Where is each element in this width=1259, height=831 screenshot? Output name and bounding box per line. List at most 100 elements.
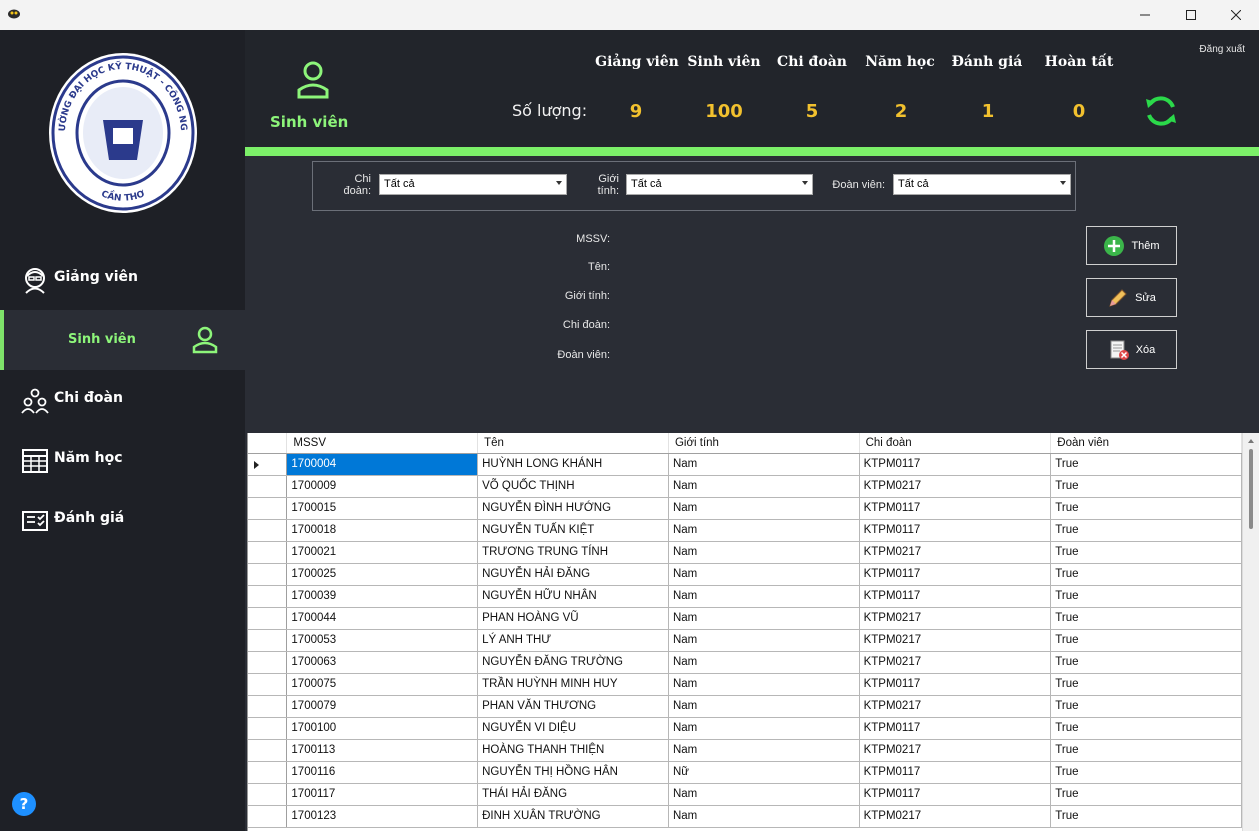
table-cell[interactable]: True xyxy=(1050,805,1242,828)
table-cell[interactable]: NGUYỄN TUẤN KIỆT xyxy=(477,519,669,542)
table-cell[interactable]: LÝ ANH THƯ xyxy=(477,629,669,652)
gioi-tinh-select[interactable]: Tất cả xyxy=(626,174,813,195)
maximize-button[interactable] xyxy=(1168,0,1214,30)
row-header[interactable] xyxy=(248,673,288,696)
table-cell[interactable]: KTPM0117 xyxy=(859,585,1052,608)
logout-link[interactable]: Đăng xuất xyxy=(1199,44,1245,55)
table-row[interactable]: 1700015 NGUYỄN ĐÌNH HƯỚNG Nam KTPM0117 True xyxy=(248,497,1242,520)
table-cell[interactable]: NGUYỄN HỮU NHÂN xyxy=(477,585,669,608)
row-header[interactable] xyxy=(248,563,288,586)
row-header[interactable] xyxy=(248,739,288,762)
column-header-gioi-tinh[interactable]: Giới tính xyxy=(668,433,860,454)
table-cell[interactable]: True xyxy=(1050,651,1242,674)
table-cell[interactable]: NGUYỄN HẢI ĐĂNG xyxy=(477,563,669,586)
column-header-doan-vien[interactable]: Đoàn viên xyxy=(1050,433,1242,454)
table-cell[interactable]: True xyxy=(1050,761,1242,784)
table-cell[interactable]: 1700116 xyxy=(286,761,479,784)
table-cell[interactable]: KTPM0217 xyxy=(859,475,1052,498)
add-button[interactable]: Thêm xyxy=(1086,226,1177,265)
table-row[interactable]: 1700039 NGUYỄN HỮU NHÂN Nam KTPM0117 True xyxy=(248,585,1242,608)
table-cell[interactable]: KTPM0117 xyxy=(859,519,1052,542)
table-row[interactable]: 1700116 NGUYỄN THỊ HỒNG HÂN Nữ KTPM0117 True xyxy=(248,761,1242,784)
table-cell[interactable]: Nữ xyxy=(668,761,860,784)
table-cell[interactable]: 1700018 xyxy=(286,519,479,542)
table-cell[interactable]: Nam xyxy=(668,783,860,806)
table-cell[interactable]: KTPM0117 xyxy=(859,453,1052,476)
row-header[interactable] xyxy=(248,541,288,564)
table-cell[interactable]: Nam xyxy=(668,563,860,586)
table-cell[interactable]: KTPM0217 xyxy=(859,607,1052,630)
table-cell[interactable]: 1700100 xyxy=(286,717,479,740)
table-row[interactable]: 1700079 PHAN VĂN THƯƠNG Nam KTPM0217 True xyxy=(248,695,1242,718)
table-row[interactable]: 1700113 HOÀNG THANH THIỆN Nam KTPM0217 True xyxy=(248,739,1242,762)
table-cell[interactable]: Nam xyxy=(668,805,860,828)
table-cell[interactable]: 1700113 xyxy=(286,739,479,762)
table-cell[interactable]: 1700039 xyxy=(286,585,479,608)
table-scrollbar[interactable] xyxy=(1242,433,1259,831)
column-header-ten[interactable]: Tên xyxy=(477,433,669,454)
table-cell[interactable]: KTPM0117 xyxy=(859,783,1052,806)
edit-button[interactable]: Sửa xyxy=(1086,278,1177,317)
scrollbar-thumb[interactable] xyxy=(1249,449,1253,529)
table-cell[interactable]: Nam xyxy=(668,629,860,652)
refresh-icon[interactable] xyxy=(1143,93,1179,129)
table-row[interactable]: 1700021 TRƯƠNG TRUNG TÍNH Nam KTPM0217 True xyxy=(248,541,1242,564)
table-cell[interactable]: Nam xyxy=(668,475,860,498)
row-header[interactable] xyxy=(248,585,288,608)
table-row[interactable]: 1700025 NGUYỄN HẢI ĐĂNG Nam KTPM0117 True xyxy=(248,563,1242,586)
table-cell[interactable]: 1700075 xyxy=(286,673,479,696)
table-cell[interactable]: Nam xyxy=(668,673,860,696)
sidebar-item-sinh-vien[interactable]: Sinh viên xyxy=(0,310,245,370)
table-cell[interactable]: True xyxy=(1050,585,1242,608)
table-cell[interactable]: KTPM0217 xyxy=(859,695,1052,718)
table-cell[interactable]: True xyxy=(1050,783,1242,806)
table-row[interactable]: 1700053 LÝ ANH THƯ Nam KTPM0217 True xyxy=(248,629,1242,652)
sidebar-item-giang-vien[interactable]: Giảng viên xyxy=(0,249,245,309)
help-button[interactable]: ? xyxy=(12,792,36,816)
row-header[interactable] xyxy=(248,805,288,828)
table-cell[interactable]: 1700015 xyxy=(286,497,479,520)
table-cell[interactable]: 1700021 xyxy=(286,541,479,564)
table-cell[interactable]: KTPM0217 xyxy=(859,651,1052,674)
table-cell[interactable]: True xyxy=(1050,717,1242,740)
table-cell[interactable]: Nam xyxy=(668,497,860,520)
table-cell[interactable]: 1700009 xyxy=(286,475,479,498)
table-cell[interactable]: KTPM0117 xyxy=(859,497,1052,520)
table-cell[interactable]: Nam xyxy=(668,541,860,564)
row-header[interactable] xyxy=(248,629,288,652)
table-cell[interactable]: True xyxy=(1050,453,1242,476)
table-cell[interactable]: Nam xyxy=(668,695,860,718)
minimize-button[interactable] xyxy=(1122,0,1168,30)
table-cell[interactable]: Nam xyxy=(668,607,860,630)
row-header[interactable] xyxy=(248,651,288,674)
table-cell[interactable]: NGUYỄN ĐÌNH HƯỚNG xyxy=(477,497,669,520)
table-cell[interactable]: True xyxy=(1050,673,1242,696)
delete-button[interactable]: Xóa xyxy=(1086,330,1177,369)
student-table[interactable]: MSSV Tên Giới tính Chi đoàn Đoàn viên 17… xyxy=(247,433,1242,831)
row-header[interactable] xyxy=(248,497,288,520)
table-cell[interactable]: KTPM0217 xyxy=(859,629,1052,652)
table-cell[interactable]: KTPM0217 xyxy=(859,541,1052,564)
table-cell[interactable]: KTPM0217 xyxy=(859,739,1052,762)
row-header[interactable] xyxy=(248,453,288,476)
column-header-chi-doan[interactable]: Chi đoàn xyxy=(859,433,1052,454)
table-cell[interactable]: THÁI HẢI ĐĂNG xyxy=(477,783,669,806)
sidebar-item-chi-doan[interactable]: Chi đoàn xyxy=(0,370,245,430)
table-cell[interactable]: PHAN VĂN THƯƠNG xyxy=(477,695,669,718)
table-cell[interactable]: NGUYỄN THỊ HỒNG HÂN xyxy=(477,761,669,784)
table-cell[interactable]: NGUYỄN VI DIỆU xyxy=(477,717,669,740)
table-cell[interactable]: 1700004 xyxy=(286,453,479,476)
chi-doan-select[interactable]: Tất cả xyxy=(379,174,567,195)
row-header[interactable] xyxy=(248,783,288,806)
table-cell[interactable]: Nam xyxy=(668,585,860,608)
table-cell[interactable]: 1700025 xyxy=(286,563,479,586)
close-button[interactable] xyxy=(1213,0,1259,30)
row-header[interactable] xyxy=(248,695,288,718)
table-row[interactable]: 1700063 NGUYỄN ĐĂNG TRƯỜNG Nam KTPM0217 True xyxy=(248,651,1242,674)
table-cell[interactable]: ĐINH XUÂN TRƯỜNG xyxy=(477,805,669,828)
row-header[interactable] xyxy=(248,475,288,498)
sidebar-item-danh-gia[interactable]: Đánh giá xyxy=(0,490,245,550)
table-cell[interactable]: True xyxy=(1050,541,1242,564)
table-cell[interactable]: True xyxy=(1050,695,1242,718)
table-row[interactable]: 1700075 TRẦN HUỲNH MINH HUY Nam KTPM0117 Tru… xyxy=(248,673,1242,696)
